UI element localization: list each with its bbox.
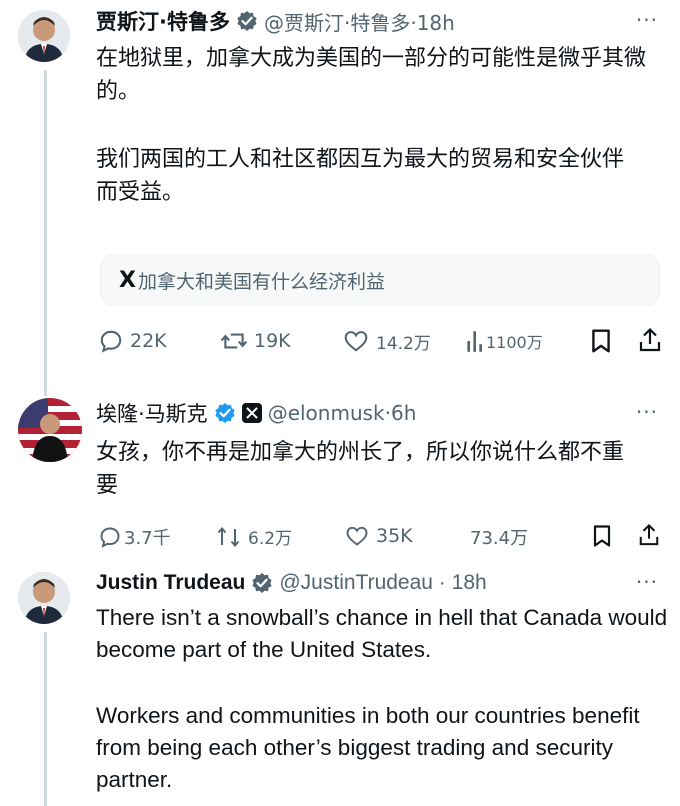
verified-icon [236,10,258,32]
share-button[interactable] [638,326,662,354]
verified-icon [214,402,236,424]
like-button[interactable]: 14.2万 [342,328,431,354]
share-button[interactable] [638,522,660,548]
avatar[interactable] [18,398,82,462]
thread-line [44,632,47,806]
reply-button[interactable]: 3.7千 [98,524,171,550]
views-count-button[interactable]: 73.4万 [470,524,528,550]
avatar[interactable] [18,572,70,624]
tweet-text-paragraph: There isn’t a snowball’s chance in hell … [96,605,668,662]
share-icon [639,523,659,546]
tweet-trudeau-en: Justin Trudeau @JustinTrudeau · 18h ··· … [0,560,680,806]
author-name[interactable]: Justin Trudeau [96,571,245,595]
author-name[interactable]: 贾斯汀·特鲁多 [96,6,230,36]
repost-button[interactable]: 19K [220,328,291,354]
repost-icon [217,526,240,547]
views-count: 73.4万 [470,528,529,549]
x-affiliate-icon [241,403,262,423]
author-handle[interactable]: @elonmusk·6h [268,401,417,425]
like-button[interactable]: 35K [344,524,413,548]
tweet-header: Justin Trudeau @JustinTrudeau · 18h [96,568,487,598]
author-handle[interactable]: @JustinTrudeau · 18h [279,571,486,595]
reply-icon [100,330,122,353]
bookmark-button[interactable] [592,524,612,548]
thread-line [44,70,47,396]
views-icon [467,331,482,352]
reply-icon [100,527,120,548]
like-icon [344,331,368,352]
more-icon[interactable]: ··· [636,570,658,594]
tweet-text-paragraph: 在地狱里，加拿大成为美国的一部分的可能性是微乎其微的。 [96,46,647,104]
reply-button[interactable]: 22K [98,328,167,354]
repost-button[interactable]: 6.2万 [216,524,292,549]
repost-icon [220,333,248,349]
author-handle[interactable]: @贾斯汀·特鲁多·18h [264,7,455,36]
related-search-card[interactable]: X 加拿大和美国有什么经济利益 [100,254,660,306]
like-count: 14.2万 [376,333,431,354]
repost-count: 19K [254,330,291,352]
author-name[interactable]: 埃隆·马斯克 [96,398,208,428]
like-count: 35K [376,525,413,547]
tweet-header: 贾斯汀·特鲁多 @贾斯汀·特鲁多·18h [96,6,455,36]
views-count: 1100万 [486,333,543,352]
avatar[interactable] [18,10,70,62]
like-icon [346,526,368,546]
bookmark-icon [592,329,610,353]
more-icon[interactable]: ··· [636,8,658,32]
reply-count: 3.7千 [124,528,171,549]
tweet-text-paragraph: 女孩，你不再是加拿大的州长了，所以你说什么都不重要 [96,440,625,498]
tweet-trudeau-cn: 贾斯汀·特鲁多 @贾斯汀·特鲁多·18h ··· 在地狱里，加拿大成为美国的一部… [0,0,680,396]
views-button[interactable]: 1100万 [466,328,543,354]
tweet-musk-cn: 埃隆·马斯克 @elonmusk·6h ··· 女孩，你不再是加拿大的州长了，所… [0,390,680,560]
reply-count: 22K [130,330,167,352]
share-icon [639,327,661,352]
verified-icon [251,572,273,594]
tweet-text-paragraph: Workers and communities in both our coun… [96,703,640,792]
bookmark-button[interactable] [590,328,612,354]
tweet-text-paragraph: 我们两国的工人和社区都因互为最大的贸易和安全伙伴而受益。 [96,147,625,205]
repost-count: 6.2万 [248,529,293,549]
bookmark-icon [593,525,611,547]
tweet-header: 埃隆·马斯克 @elonmusk·6h [96,398,416,428]
more-icon[interactable]: ··· [636,400,658,424]
x-logo-icon: X [119,267,136,293]
related-search-text: 加拿大和美国有什么经济利益 [137,270,385,293]
